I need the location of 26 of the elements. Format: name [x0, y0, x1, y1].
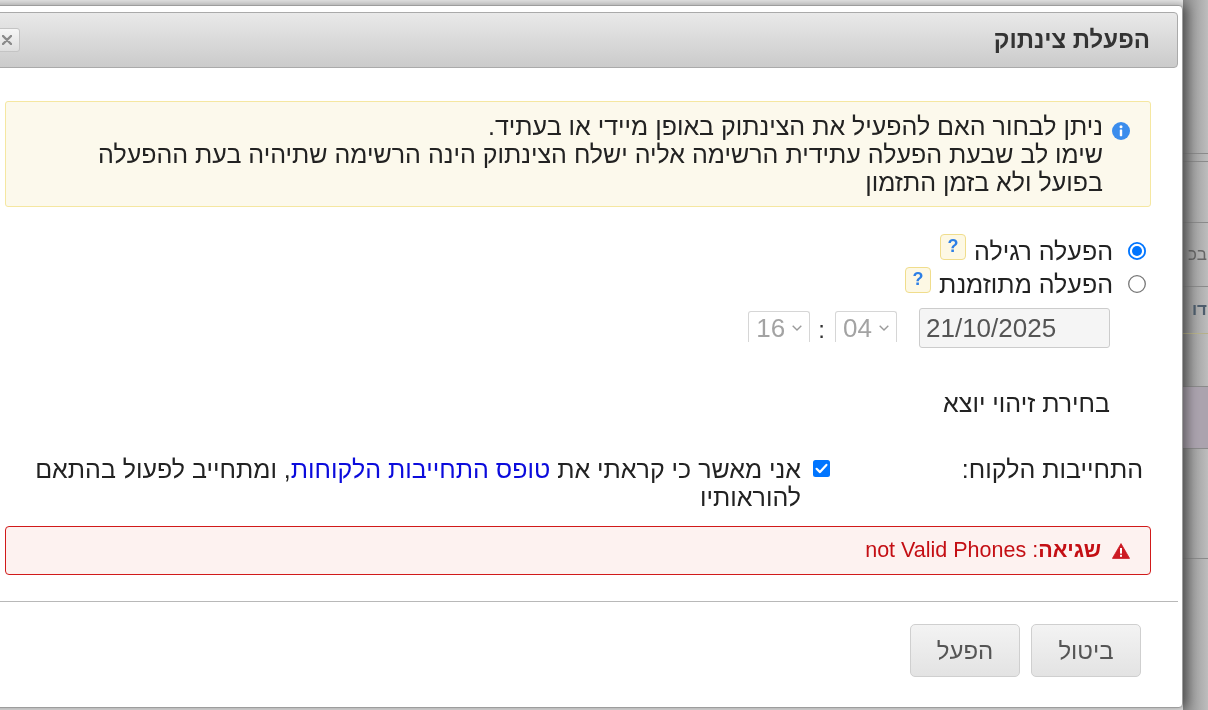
close-button[interactable] — [0, 28, 20, 52]
info-message: שימו לב שבעת הפעלה עתידית הרשימה אליה ישלח הצינתוק הינה הרשימה שתיהיה בעת ההפעלה בפועל ולא בזמן התזמון — [97, 140, 1103, 196]
time-separator: : — [818, 316, 825, 344]
consent-text: אני מאשר כי קראתי את טופס התחייבות הלקוחות, ומתחייב לפעול בהתאם להוראותיו — [34, 455, 801, 511]
radio-button[interactable] — [1128, 274, 1146, 293]
close-icon — [2, 35, 12, 45]
help-badge[interactable]: ? — [905, 266, 932, 293]
highlighted-row — [1183, 387, 1208, 449]
background-text: דו — [1191, 300, 1208, 320]
warning-icon — [1112, 542, 1130, 559]
background-text: בכ — [1187, 244, 1208, 265]
checkbox[interactable] — [813, 460, 830, 477]
radio-button[interactable] — [1128, 241, 1146, 260]
terms-link[interactable]: טופס התחייבות הלקוחות — [290, 455, 551, 483]
radio-label[interactable]: הפעלה רגילה — [974, 235, 1113, 266]
field-label: התחייבות הלקוח: — [961, 455, 1143, 483]
help-badge[interactable]: ? — [940, 233, 967, 260]
field-label: בחירת זיהוי יוצא — [943, 389, 1110, 417]
info-icon — [1112, 122, 1130, 140]
radio-label[interactable]: הפעלה מתוזמנת — [939, 268, 1113, 299]
dialog-title: הפעלת צינתוק — [993, 26, 1150, 54]
dialog-button[interactable]: ביטול — [1031, 624, 1141, 677]
chevron-down-icon — [879, 325, 889, 331]
info-message: ניתן לבחור האם להפעיל את הצינתוק באופן מיידי או בעתיד. — [487, 112, 1103, 140]
chevron-down-icon — [792, 325, 803, 331]
dialog-button[interactable]: הפעל — [910, 624, 1020, 677]
